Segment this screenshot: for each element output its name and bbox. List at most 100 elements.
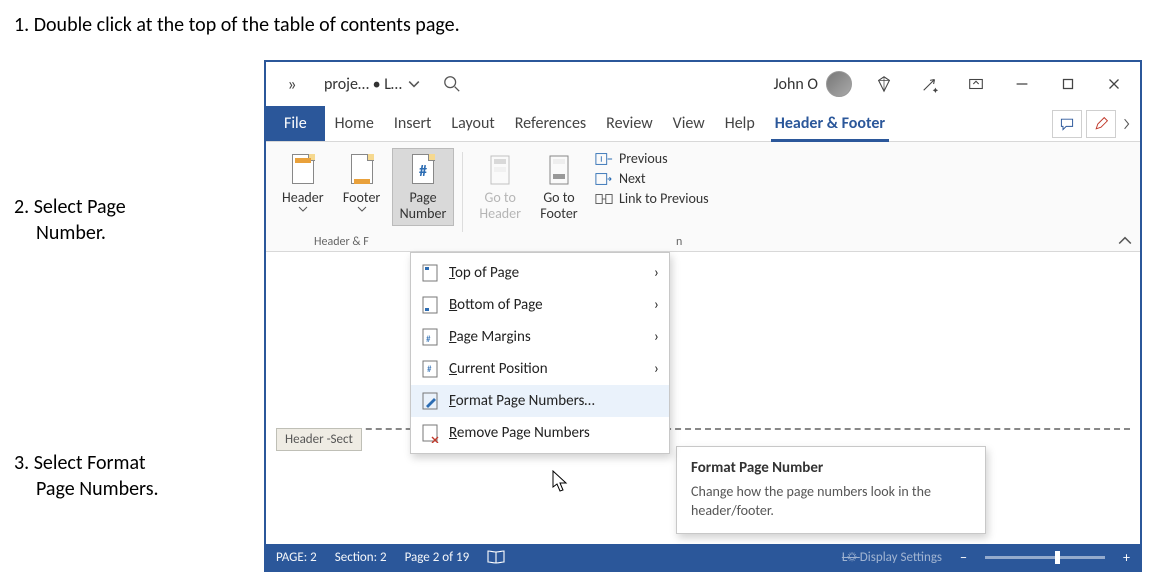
header-label: Header (282, 190, 324, 206)
navigation-group: Previous Next Link to Previous (589, 148, 715, 207)
status-pages[interactable]: Page 2 of 19 (405, 550, 470, 565)
dd-bottom-of-page[interactable]: Bottom of Page › (411, 289, 669, 321)
page-bottom-icon (421, 295, 439, 315)
maximize-icon (1059, 75, 1077, 93)
tooltip-format-page-number: Format Page Number Change how the page n… (676, 446, 986, 534)
page-top-icon (421, 263, 439, 283)
dd-top-of-page[interactable]: Top of Page › (411, 257, 669, 289)
group-label-nav-cut: n (676, 235, 682, 249)
zoom-slider[interactable] (985, 556, 1105, 559)
tab-header-footer[interactable]: Header & Footer (765, 106, 895, 141)
chevron-right-icon: › (654, 360, 659, 378)
tab-help[interactable]: Help (715, 106, 765, 141)
ribbon-overflow[interactable] (1120, 110, 1134, 138)
tab-view[interactable]: View (663, 106, 715, 141)
instruction-3b: Page Numbers. (36, 476, 159, 502)
document-area: Header -Sect Top of Page › Bottom of Pag… (266, 252, 1140, 522)
instruction-2b: Number. (36, 220, 106, 246)
header-divider (276, 428, 1130, 430)
previous-button[interactable]: Previous (595, 150, 709, 167)
diamond-icon (875, 75, 893, 93)
status-section[interactable]: Section: 2 (335, 550, 387, 565)
dd-format-page-numbers[interactable]: Format Page Numbers… (411, 385, 669, 417)
minimize-button[interactable] (1002, 66, 1042, 102)
group-label-hf: Header & F (314, 235, 369, 249)
zoom-out-button[interactable]: − (960, 549, 967, 566)
format-page-icon (421, 391, 439, 411)
book-icon[interactable] (487, 549, 505, 565)
previous-icon (595, 151, 613, 167)
tab-home[interactable]: Home (325, 106, 384, 141)
tab-insert[interactable]: Insert (384, 106, 442, 141)
ribbon-mode-button[interactable] (956, 66, 996, 102)
sparkle-button[interactable] (910, 66, 950, 102)
ribbon-content: Header Footer # Page Number Go to Header (266, 142, 1140, 252)
goto-header-button[interactable]: Go to Header (471, 148, 529, 226)
statusbar: PAGE: 2 Section: 2 Page 2 of 19 L☼ Displ… (266, 544, 1140, 570)
ribbon-tabs: File Home Insert Layout References Revie… (266, 106, 1140, 142)
more-glyph: » (287, 73, 296, 95)
goto-footer-label: Go to Footer (540, 190, 577, 222)
page-number-label: Page Number (400, 190, 447, 222)
status-display-settings[interactable]: L☼ Display Settings (842, 550, 942, 565)
goto-header-icon (485, 152, 515, 188)
maximize-button[interactable] (1048, 66, 1088, 102)
search-icon (443, 75, 461, 93)
ribbon-mode-icon (967, 75, 985, 93)
tab-layout[interactable]: Layout (441, 106, 504, 141)
dd-format-label: Format Page Numbers… (449, 392, 595, 410)
link-to-previous-button[interactable]: Link to Previous (595, 190, 709, 207)
dd-top-label: Top of Page (449, 264, 519, 282)
previous-label: Previous (619, 150, 668, 167)
search-button[interactable] (432, 66, 472, 102)
editing-button[interactable] (1086, 110, 1116, 138)
instruction-2a: 2. Select Page (14, 194, 126, 220)
footer-button[interactable]: Footer (334, 148, 390, 216)
chevron-down-icon (298, 206, 308, 212)
more-commands-button[interactable]: » (272, 66, 312, 102)
header-section-tab: Header -Sect (276, 428, 362, 451)
word-window: » proje… • L… John O (264, 60, 1142, 572)
page-current-icon: # (421, 359, 439, 379)
tab-file[interactable]: File (266, 106, 325, 141)
header-button[interactable]: Header (274, 148, 332, 216)
dd-remove-page-numbers[interactable]: Remove Page Numbers (411, 417, 669, 449)
document-name-dropdown[interactable]: proje… • L… (318, 75, 426, 94)
dd-margins-label: Page Margins (449, 328, 531, 346)
tooltip-body: Change how the page numbers look in the … (691, 483, 971, 521)
goto-footer-button[interactable]: Go to Footer (531, 148, 587, 226)
user-account[interactable]: John O (767, 71, 858, 97)
tab-review[interactable]: Review (596, 106, 663, 141)
mouse-cursor-icon (552, 470, 570, 494)
dd-bottom-label: Bottom of Page (449, 296, 543, 314)
close-button[interactable] (1094, 66, 1134, 102)
tooltip-title: Format Page Number (691, 459, 971, 477)
instruction-1: 1. Double click at the top of the table … (14, 12, 460, 38)
next-button[interactable]: Next (595, 170, 709, 187)
page-number-button[interactable]: # Page Number (392, 148, 455, 226)
page-number-icon: # (408, 152, 438, 188)
zoom-thumb[interactable] (1055, 551, 1060, 564)
link-label: Link to Previous (619, 190, 709, 207)
chevron-right-icon: › (654, 296, 659, 314)
tab-references[interactable]: References (505, 106, 596, 141)
pen-icon (1093, 116, 1109, 132)
status-page[interactable]: PAGE: 2 (276, 550, 317, 565)
sparkle-icon (921, 75, 939, 93)
zoom-in-button[interactable]: + (1123, 549, 1130, 566)
collapse-ribbon-button[interactable] (1118, 235, 1132, 249)
comments-button[interactable] (1052, 110, 1082, 138)
dd-remove-label: Remove Page Numbers (449, 424, 590, 442)
minimize-icon (1013, 75, 1031, 93)
comment-icon (1059, 116, 1075, 132)
next-label: Next (619, 170, 646, 187)
chevron-down-icon (357, 206, 367, 212)
chevron-right-icon: › (654, 328, 659, 346)
document-name-text: proje… • L… (324, 75, 402, 94)
titlebar: » proje… • L… John O (266, 62, 1140, 106)
remove-page-icon (421, 423, 439, 443)
dd-current-position[interactable]: # Current Position › (411, 353, 669, 385)
premium-button[interactable] (864, 66, 904, 102)
chevron-right-icon: › (654, 264, 659, 282)
dd-page-margins[interactable]: # Page Margins › (411, 321, 669, 353)
